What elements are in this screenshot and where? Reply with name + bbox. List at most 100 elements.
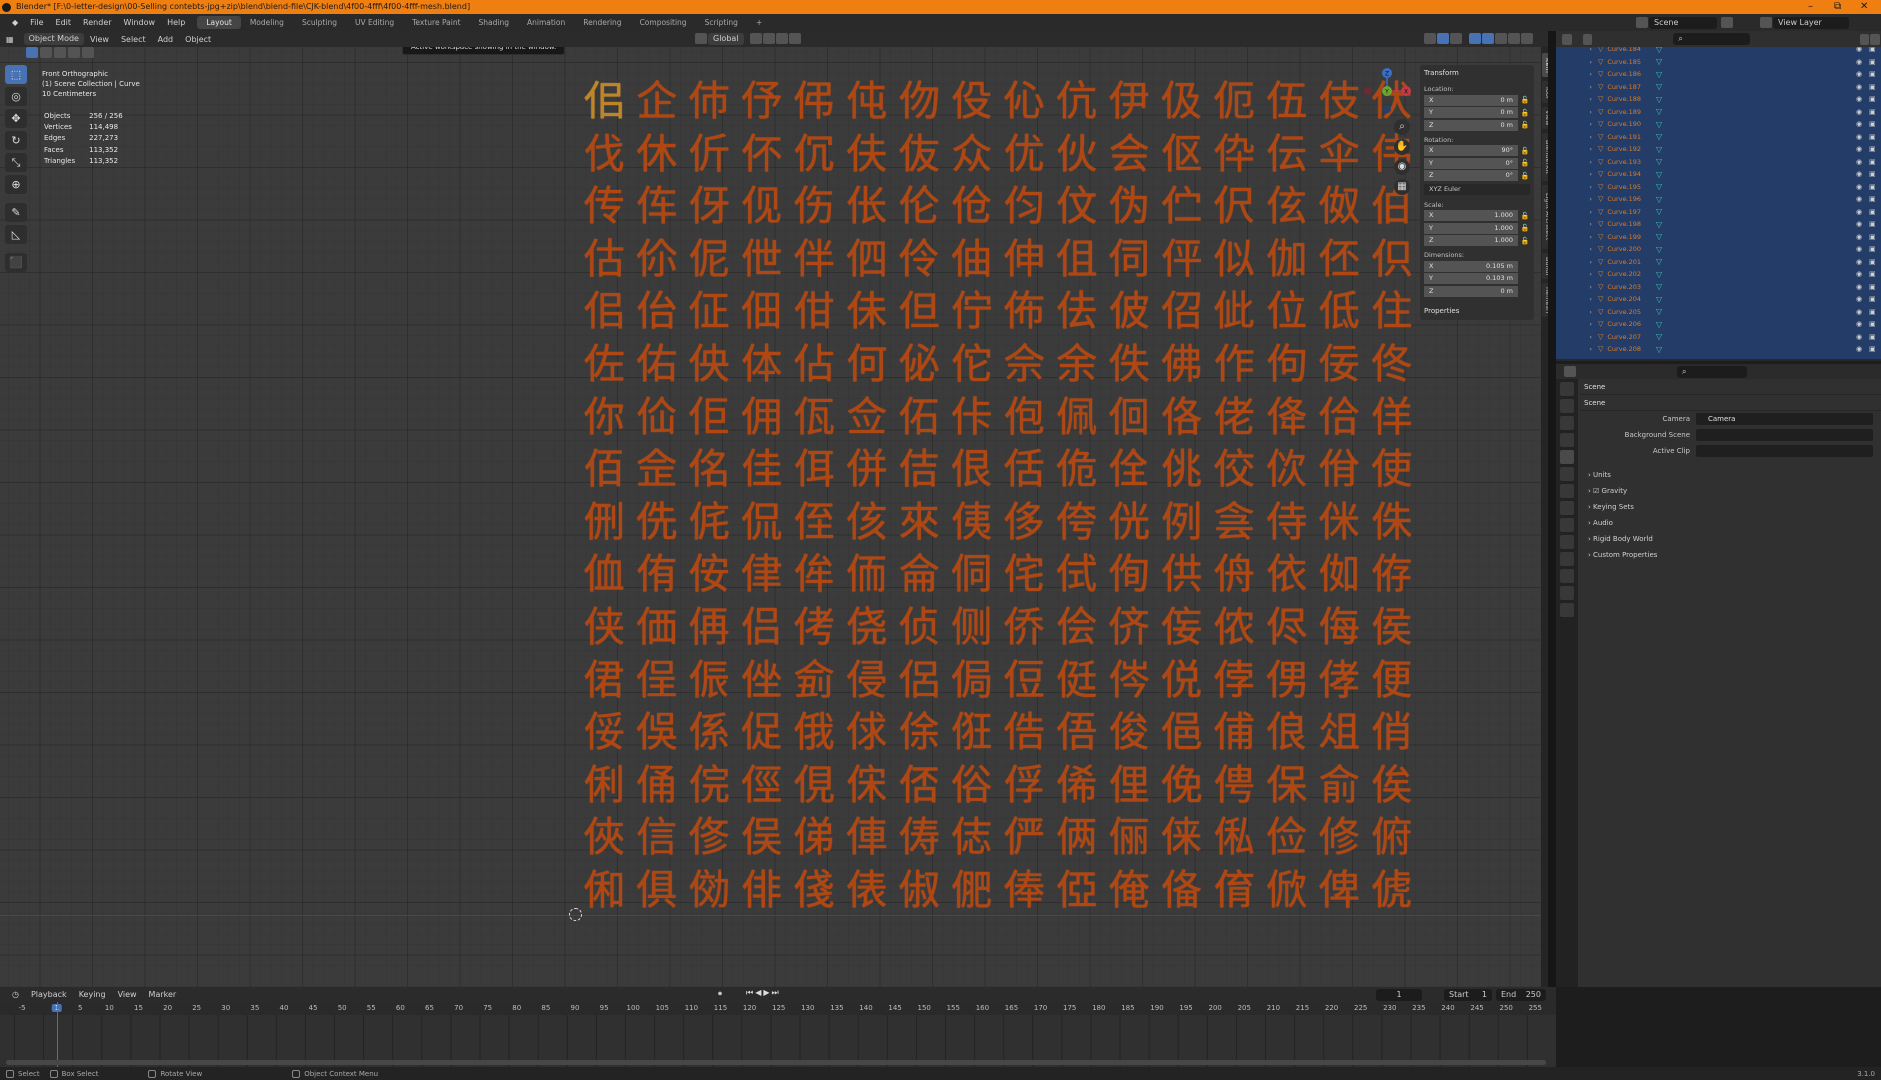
cjk-glyph[interactable]: 伐 <box>578 128 631 181</box>
outliner-row[interactable]: › ▽ Curve.193 ▽ ◉ ▣ <box>1556 156 1881 169</box>
cjk-glyph[interactable]: 侼 <box>1208 654 1261 707</box>
render-camera-icon[interactable]: ▣ <box>1869 295 1876 303</box>
cjk-glyph[interactable]: 佳 <box>736 443 789 496</box>
visibility-eye-icon[interactable]: ◉ <box>1856 283 1862 291</box>
render-camera-icon[interactable]: ▣ <box>1869 220 1876 228</box>
3d-viewport[interactable]: Active workspace showing in the window. … <box>0 47 1541 987</box>
object-name[interactable]: Curve.193 <box>1607 158 1641 166</box>
cjk-glyph[interactable]: 佢 <box>683 391 736 444</box>
expand-icon[interactable]: › <box>1580 345 1592 353</box>
cjk-glyph[interactable]: 侂 <box>683 496 736 549</box>
lock-icon[interactable]: 🔓 <box>1520 224 1530 232</box>
cjk-glyph[interactable]: 侌 <box>1208 496 1261 549</box>
outliner-row[interactable]: › ▽ Curve.191 ▽ ◉ ▣ <box>1556 131 1881 144</box>
outliner-row[interactable]: › ▽ Curve.186 ▽ ◉ ▣ <box>1556 68 1881 81</box>
cjk-glyph[interactable]: 俖 <box>893 759 946 812</box>
render-camera-icon[interactable]: ▣ <box>1869 70 1876 78</box>
menu-help[interactable]: Help <box>161 18 191 27</box>
cjk-glyph[interactable]: 俀 <box>578 706 631 759</box>
cjk-glyph[interactable]: 俴 <box>788 864 841 917</box>
visibility-eye-icon[interactable]: ◉ <box>1856 195 1862 203</box>
visibility-eye-icon[interactable]: ◉ <box>1856 133 1862 141</box>
render-camera-icon[interactable]: ▣ <box>1869 133 1876 141</box>
menu-view[interactable]: View <box>84 35 115 44</box>
cjk-glyph[interactable]: 伣 <box>736 180 789 233</box>
cjk-glyph[interactable]: 俍 <box>1261 706 1314 759</box>
cjk-glyph[interactable]: 伱 <box>631 233 684 286</box>
outliner-row[interactable]: › ▽ Curve.185 ▽ ◉ ▣ <box>1556 56 1881 69</box>
cjk-glyph[interactable]: 侊 <box>1103 496 1156 549</box>
cjk-glyph[interactable]: 侷 <box>946 654 999 707</box>
lock-icon[interactable]: 🔓 <box>1520 237 1530 245</box>
cjk-glyph[interactable]: 侱 <box>631 654 684 707</box>
cjk-glyph[interactable]: 俆 <box>893 706 946 759</box>
cjk-glyph[interactable]: 伩 <box>1051 180 1104 233</box>
lock-icon[interactable]: 🔓 <box>1520 212 1530 220</box>
cjk-glyph[interactable]: 侃 <box>736 496 789 549</box>
cjk-glyph[interactable]: 佖 <box>893 338 946 391</box>
cursor-tool-icon[interactable]: ◎ <box>5 87 27 106</box>
object-name[interactable]: Curve.198 <box>1607 220 1641 228</box>
cjk-glyph[interactable]: 伾 <box>1313 233 1366 286</box>
expand-icon[interactable]: › <box>1580 333 1592 341</box>
cjk-glyph[interactable]: 伡 <box>631 180 684 233</box>
cjk-glyph[interactable]: 佾 <box>1313 443 1366 496</box>
render-camera-icon[interactable]: ▣ <box>1869 345 1876 353</box>
measure-tool-icon[interactable]: ◺ <box>5 225 27 244</box>
cjk-glyph[interactable]: 伌 <box>1208 75 1261 128</box>
cjk-glyph[interactable]: 侈 <box>998 496 1051 549</box>
cjk-glyph[interactable]: 俬 <box>1208 811 1261 864</box>
render-camera-icon[interactable]: ▣ <box>1869 245 1876 253</box>
particles-properties-icon[interactable] <box>1560 518 1574 532</box>
outliner-row[interactable]: › ▽ Curve.202 ▽ ◉ ▣ <box>1556 268 1881 281</box>
outliner-row[interactable]: › ▽ Curve.200 ▽ ◉ ▣ <box>1556 243 1881 256</box>
cjk-glyph[interactable]: 侐 <box>578 548 631 601</box>
cjk-glyph[interactable]: 侍 <box>1261 496 1314 549</box>
cjk-glyph[interactable]: 侗 <box>946 548 999 601</box>
cjk-glyph[interactable]: 俻 <box>1156 864 1209 917</box>
cjk-glyph[interactable]: 佱 <box>631 443 684 496</box>
expand-icon[interactable]: › <box>1580 95 1592 103</box>
world-properties-icon[interactable] <box>1560 467 1574 481</box>
modifier-properties-icon[interactable] <box>1560 501 1574 515</box>
expand-icon[interactable]: › <box>1580 83 1592 91</box>
cjk-glyph[interactable]: 侾 <box>1313 654 1366 707</box>
rotation-mode-select[interactable]: XYZ Euler <box>1424 183 1530 195</box>
tab-rendering[interactable]: Rendering <box>574 16 630 29</box>
cjk-glyph[interactable]: 伹 <box>1051 233 1104 286</box>
cjk-glyph[interactable]: 佂 <box>683 285 736 338</box>
object-name[interactable]: Curve.187 <box>1607 83 1641 91</box>
proportional-edit-icon[interactable] <box>788 33 801 44</box>
expand-icon[interactable]: › <box>1580 283 1592 291</box>
tab-modeling[interactable]: Modeling <box>241 16 293 29</box>
cjk-glyph[interactable]: 俷 <box>946 864 999 917</box>
add-cube-tool-icon[interactable]: ⬛ <box>5 253 27 272</box>
render-camera-icon[interactable]: ▣ <box>1869 95 1876 103</box>
object-name[interactable]: Curve.184 <box>1607 47 1641 53</box>
add-workspace-button[interactable]: + <box>747 16 771 29</box>
cjk-glyph[interactable]: 侘 <box>998 548 1051 601</box>
cjk-glyph[interactable]: 便 <box>1366 654 1419 707</box>
move-tool-icon[interactable]: ✥ <box>5 109 27 128</box>
render-camera-icon[interactable]: ▣ <box>1869 258 1876 266</box>
cjk-glyph[interactable]: 俠 <box>578 811 631 864</box>
expand-icon[interactable]: › <box>1580 108 1592 116</box>
cjk-glyph[interactable]: 佅 <box>841 285 894 338</box>
outliner-row[interactable]: › ▽ Curve.204 ▽ ◉ ▣ <box>1556 293 1881 306</box>
cjk-glyph[interactable]: 俾 <box>1313 864 1366 917</box>
cjk-glyph[interactable]: 俳 <box>736 864 789 917</box>
cjk-glyph[interactable]: 俁 <box>631 706 684 759</box>
visibility-eye-icon[interactable]: ◉ <box>1856 233 1862 241</box>
navigation-gizmo[interactable]: Z X Y <box>1363 67 1411 115</box>
render-camera-icon[interactable]: ▣ <box>1869 270 1876 278</box>
cjk-glyph[interactable]: 侉 <box>1051 496 1104 549</box>
cjk-glyph[interactable]: 伕 <box>841 128 894 181</box>
outliner-row[interactable]: › ▽ Curve.203 ▽ ◉ ▣ <box>1556 281 1881 294</box>
outliner-row[interactable]: › ▽ Curve.209 ▽ ◉ ▣ <box>1556 356 1881 359</box>
cjk-glyph[interactable]: 佣 <box>736 391 789 444</box>
cjk-glyph[interactable]: 伨 <box>998 180 1051 233</box>
visibility-eye-icon[interactable]: ◉ <box>1856 320 1862 328</box>
cjk-glyph[interactable]: 侤 <box>788 601 841 654</box>
cjk-glyph[interactable]: 俊 <box>1103 706 1156 759</box>
expand-icon[interactable]: › <box>1580 258 1592 266</box>
